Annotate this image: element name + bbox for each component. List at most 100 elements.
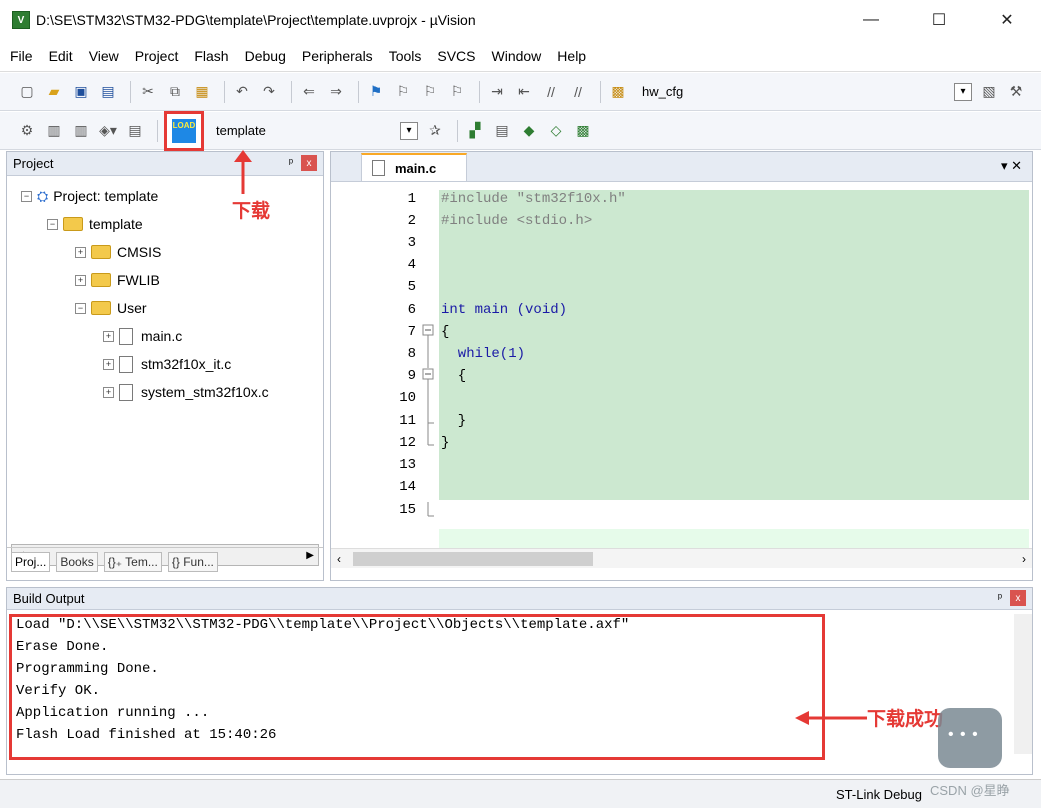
incremental-find-icon[interactable]: ▧ <box>978 81 1000 103</box>
bookmark-icon[interactable]: ⚑ <box>365 81 387 103</box>
pack-installer-icon[interactable]: ◇ <box>545 120 567 142</box>
maximize-button[interactable]: ☐ <box>905 0 973 40</box>
menu-debug[interactable]: Debug <box>245 48 286 64</box>
tree-node-fwlib[interactable]: + FWLIB <box>75 270 160 290</box>
open-folder-icon[interactable]: ▰ <box>43 81 65 103</box>
target-options-icon[interactable]: ✰ <box>424 120 446 142</box>
copy-icon[interactable]: ⧉ <box>164 81 186 103</box>
close-button[interactable]: ✕ <box>973 0 1041 40</box>
menu-help[interactable]: Help <box>557 48 586 64</box>
menu-project[interactable]: Project <box>135 48 179 64</box>
file-icon <box>372 160 385 176</box>
line-number: 1 <box>407 191 416 207</box>
rebuild-icon[interactable]: ▥ <box>70 120 92 142</box>
line-number: 14 <box>399 479 416 495</box>
find-dropdown-icon[interactable]: ▾ <box>954 82 972 101</box>
scroll-thumb[interactable] <box>353 552 593 566</box>
cut-icon[interactable]: ✂ <box>137 81 159 103</box>
run-time-env-icon[interactable]: ▩ <box>572 120 594 142</box>
open-folder-icon <box>91 301 111 315</box>
line-number: 7 <box>407 324 416 340</box>
select-packs-icon[interactable]: ◆ <box>518 120 540 142</box>
expand-icon[interactable]: + <box>103 330 114 342</box>
tree-node-label: Project: template <box>53 188 159 204</box>
scroll-right-icon[interactable]: › <box>1022 552 1026 566</box>
toolbar-separator <box>224 80 225 103</box>
file-extensions-icon[interactable]: ▤ <box>491 120 513 142</box>
code-area[interactable]: 1 #include "stm32f10x.h" 2 #include <stdio… <box>331 182 1032 551</box>
tab-functions[interactable]: {} Fun... <box>167 551 218 572</box>
tab-books[interactable]: Books <box>56 551 98 572</box>
bookmark-prev-icon[interactable]: ⚐ <box>392 81 414 103</box>
collapse-icon[interactable]: − <box>21 190 32 202</box>
menu-peripherals[interactable]: Peripherals <box>302 48 373 64</box>
translate-icon[interactable]: ⚙ <box>16 120 38 142</box>
debug-session-icon[interactable]: ⚒ <box>1005 81 1027 103</box>
save-all-icon[interactable]: ▤ <box>97 81 119 103</box>
editor-horizontal-scrollbar[interactable]: ‹ › <box>331 548 1032 568</box>
close-icon[interactable]: x <box>301 155 317 171</box>
tree-node-cmsis[interactable]: + CMSIS <box>75 242 161 262</box>
tab-project[interactable]: Proj... <box>11 551 51 572</box>
indent-icon[interactable]: ⇥ <box>486 81 508 103</box>
folder-icon <box>91 245 111 259</box>
expand-icon[interactable]: + <box>103 386 114 398</box>
paste-icon[interactable]: ▦ <box>191 81 213 103</box>
tree-node-system-stm32f10x[interactable]: + system_stm32f10x.c <box>103 382 269 402</box>
manage-components-icon[interactable]: ▞ <box>464 120 486 142</box>
pin-icon[interactable]: ᵖ <box>289 157 293 169</box>
download-annotation: 下载 <box>232 201 271 222</box>
tree-node-main-c[interactable]: + main.c <box>103 326 182 346</box>
minimize-button[interactable]: — <box>837 0 905 40</box>
find-combo[interactable]: hw_cfg <box>638 81 824 103</box>
build-icon[interactable]: ▥ <box>43 120 65 142</box>
nav-back-icon[interactable]: ⇐ <box>298 81 320 103</box>
menu-window[interactable]: Window <box>492 48 542 64</box>
redo-icon[interactable]: ↷ <box>258 81 280 103</box>
undo-icon[interactable]: ↶ <box>231 81 253 103</box>
expand-icon[interactable]: + <box>103 358 114 370</box>
expand-icon[interactable]: + <box>75 274 86 286</box>
stop-build-icon[interactable]: ▤ <box>124 120 146 142</box>
code-line: 7{ <box>331 321 1031 343</box>
editor-tab-controls[interactable]: ▾ ✕ <box>1001 158 1022 174</box>
expand-icon[interactable]: + <box>75 246 86 258</box>
save-icon[interactable]: ▣ <box>70 81 92 103</box>
bookmark-next-icon[interactable]: ⚐ <box>419 81 441 103</box>
collapse-icon[interactable]: − <box>47 218 58 230</box>
line-number: 8 <box>407 346 416 362</box>
scroll-left-icon[interactable]: ‹ <box>337 552 341 566</box>
nav-forward-icon[interactable]: ⇒ <box>325 81 347 103</box>
comment-icon[interactable]: // <box>540 81 562 103</box>
new-file-icon[interactable]: ▢ <box>16 81 38 103</box>
project-panel-header: Project ᵖ x <box>7 152 323 176</box>
collapse-icon[interactable]: − <box>75 302 86 314</box>
pin-icon[interactable]: ᵖ <box>998 592 1002 604</box>
code-line: 14 <box>331 476 1031 498</box>
menu-svcs[interactable]: SVCS <box>437 48 475 64</box>
code-line: 4 <box>331 254 1031 276</box>
tree-node-user[interactable]: − User <box>75 298 147 318</box>
tree-node-target[interactable]: − template <box>47 214 143 234</box>
find-in-files-icon[interactable]: ▩ <box>607 81 629 103</box>
output-vertical-scrollbar[interactable] <box>1014 614 1032 754</box>
tab-main-c[interactable]: main.c <box>361 153 467 181</box>
tree-node-stm32f10x-it[interactable]: + stm32f10x_it.c <box>103 354 231 374</box>
tab-templates[interactable]: {}₊ Tem... <box>103 551 162 572</box>
batch-build-icon[interactable]: ◈▾ <box>97 120 119 142</box>
download-button[interactable]: LOAD <box>164 110 204 151</box>
code-line: 15 <box>331 499 1031 521</box>
menu-view[interactable]: View <box>89 48 119 64</box>
menu-tools[interactable]: Tools <box>389 48 422 64</box>
unindent-icon[interactable]: ⇤ <box>513 81 535 103</box>
menu-flash[interactable]: Flash <box>194 48 228 64</box>
target-combo[interactable]: template <box>216 123 400 138</box>
close-icon[interactable]: x <box>1010 590 1026 606</box>
project-panel-title: Project <box>13 156 54 171</box>
bookmark-clear-icon[interactable]: ⚐ <box>446 81 468 103</box>
uncomment-icon[interactable]: // <box>567 81 589 103</box>
target-dropdown-icon[interactable]: ▾ <box>400 121 418 140</box>
menu-file[interactable]: File <box>10 48 33 64</box>
tree-node-project[interactable]: − ⛭ Project: template <box>21 186 158 206</box>
menu-edit[interactable]: Edit <box>49 48 73 64</box>
